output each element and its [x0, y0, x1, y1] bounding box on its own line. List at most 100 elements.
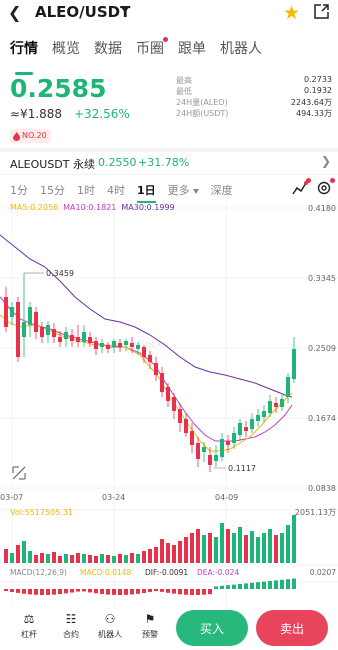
volume-bar — [160, 539, 164, 563]
volume-bar — [16, 545, 20, 563]
pair-dropdown-icon[interactable] — [121, 7, 129, 13]
macd-bar — [274, 580, 278, 589]
nav-contract[interactable]: ☷ 合约 — [56, 612, 86, 640]
volume-bar — [82, 554, 86, 563]
fullscreen-icon[interactable] — [12, 466, 26, 480]
volume-bar — [268, 529, 272, 563]
macd-bar — [148, 589, 152, 593]
macd-dif: DIF:-0.0091 — [145, 568, 188, 577]
volume-bar — [220, 523, 224, 563]
volume-bar — [64, 554, 68, 563]
macd-bar — [166, 589, 170, 593]
candle-body — [190, 431, 194, 445]
buy-button[interactable]: 买入 — [176, 610, 248, 646]
sell-button[interactable]: 卖出 — [256, 610, 328, 646]
macd-bar — [82, 589, 86, 592]
interval-more[interactable]: 更多 — [168, 182, 199, 198]
kline-chart[interactable]: CoinGecko 0.3459 0.1117 0.4180 0.3345 0.… — [0, 197, 338, 607]
volume-bar — [88, 555, 92, 563]
volume-bar — [52, 552, 56, 563]
interval-tabs: 1分 15分 1时 4时 1日 更多 深度 — [10, 182, 245, 203]
interval-depth[interactable]: 深度 — [211, 182, 233, 198]
share-icon[interactable] — [313, 3, 330, 20]
nav-robot[interactable]: ⚇ 机器人 — [95, 612, 125, 640]
volume-bar — [172, 545, 176, 563]
macd-bar — [100, 589, 104, 595]
macd-value: MACD:0.0148 — [80, 568, 131, 577]
interval-4h[interactable]: 4时 — [107, 182, 125, 198]
interval-1m[interactable]: 1分 — [10, 182, 28, 198]
nav-alert[interactable]: ⚑ 预警 — [135, 612, 165, 640]
tab-copy-trade[interactable]: 跟单 — [178, 38, 206, 68]
macd-bar — [118, 589, 122, 595]
macd-bar — [292, 578, 296, 589]
macd-bar — [178, 589, 182, 595]
tab-data[interactable]: 数据 — [94, 38, 122, 68]
rank-badge[interactable]: NO.20 — [10, 129, 51, 143]
volume-bar — [286, 525, 290, 563]
interval-15m[interactable]: 15分 — [40, 182, 65, 198]
ma30-line — [0, 234, 293, 398]
candle-body — [106, 345, 110, 349]
macd-bars — [4, 578, 296, 595]
candle-body — [94, 341, 98, 349]
macd-bar — [112, 589, 116, 595]
candle-body — [256, 415, 260, 421]
tab-bot[interactable]: 机器人 — [220, 38, 262, 68]
volume-bar — [136, 554, 140, 563]
volume-bar — [154, 547, 158, 563]
tab-market[interactable]: 行情 — [10, 38, 38, 75]
indicator-icon[interactable] — [292, 181, 308, 195]
macd-bar — [28, 589, 32, 595]
macd-bar — [106, 589, 110, 595]
bottom-action-bar: ⚖ 杠杆 ☷ 合约 ⚇ 机器人 ⚑ 预警 买入 卖出 — [0, 608, 338, 650]
perp-label[interactable]: ALEOUSDT 永续 — [10, 156, 95, 172]
volume-legend: Vol:5517505.31 — [10, 508, 73, 517]
header-bar: ❮ ALEO/USDT ★ — [0, 0, 338, 28]
candle-body — [130, 343, 134, 347]
volume-bar — [214, 537, 218, 563]
candle-body — [184, 419, 188, 433]
star-icon[interactable]: ★ — [283, 2, 300, 24]
nav-leverage[interactable]: ⚖ 杠杆 — [14, 612, 44, 640]
volume-bar — [280, 533, 284, 563]
interval-1h[interactable]: 1时 — [77, 182, 95, 198]
candle-body — [238, 423, 242, 435]
price-tick-4: 0.1674 — [308, 414, 336, 423]
candle-body — [148, 355, 152, 362]
candle-body — [286, 377, 290, 397]
macd-bar — [76, 589, 80, 592]
volume-bar — [124, 555, 128, 563]
volume-bar — [142, 551, 146, 563]
macd-bar — [154, 589, 158, 592]
macd-bar — [226, 585, 230, 589]
stat-turnover: 24H额(USDT) 494.33万 — [176, 109, 332, 118]
interval-1d[interactable]: 1日 — [137, 182, 156, 203]
macd-bar — [286, 579, 290, 589]
tab-overview[interactable]: 概览 — [52, 38, 80, 68]
candle-body — [58, 337, 62, 342]
settings-icon[interactable] — [317, 181, 331, 195]
candle-body — [76, 337, 80, 342]
tab-community[interactable]: 币圈 — [136, 37, 168, 68]
fire-icon — [13, 131, 20, 141]
macd-bar — [190, 589, 194, 595]
macd-bar — [280, 579, 284, 589]
macd-bar — [58, 589, 62, 595]
macd-bar — [244, 583, 248, 589]
candle-body — [280, 399, 284, 407]
volume-bar — [106, 555, 110, 563]
macd-bar — [70, 589, 74, 593]
macd-bar — [196, 589, 200, 595]
macd-bar — [202, 589, 206, 595]
volume-bar — [94, 556, 98, 563]
notification-dot — [163, 37, 168, 42]
volume-bar — [226, 529, 230, 563]
volume-bar — [34, 555, 38, 563]
back-chevron-icon[interactable]: ❮ — [8, 3, 21, 22]
pair-title[interactable]: ALEO/USDT — [35, 3, 130, 21]
macd-bar — [250, 582, 254, 589]
price-tick-2: 0.3345 — [308, 274, 336, 283]
macd-bar — [130, 589, 134, 595]
chevron-right-icon[interactable]: ❯ — [321, 154, 331, 168]
